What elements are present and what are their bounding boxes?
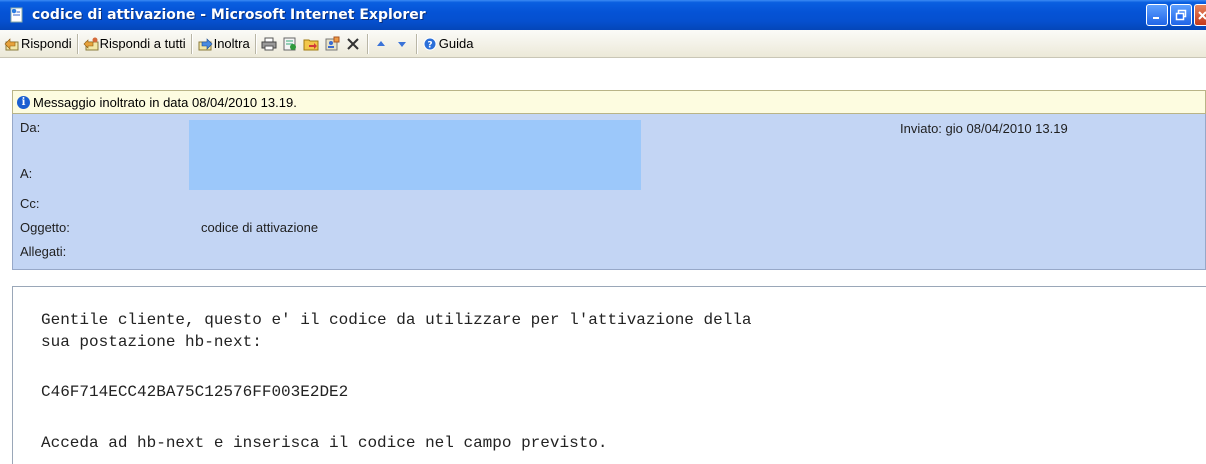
move-to-folder-button[interactable] xyxy=(301,33,322,55)
save-icon xyxy=(282,36,298,52)
toolbar-separator xyxy=(254,33,256,54)
toolbar-separator xyxy=(76,33,78,54)
address-book-icon xyxy=(324,36,340,52)
next-icon xyxy=(394,36,410,52)
toolbar-separator xyxy=(190,33,192,54)
toolbar: Rispondi Rispondi a tutti Inoltra ? Guid… xyxy=(0,30,1206,58)
minimize-button[interactable] xyxy=(1146,4,1168,26)
forward-icon xyxy=(197,36,213,52)
delete-button[interactable] xyxy=(343,33,364,55)
reply-all-icon xyxy=(83,36,99,52)
forward-button[interactable]: Inoltra xyxy=(195,33,252,55)
info-bar: i Messaggio inoltrato in data 08/04/2010… xyxy=(12,90,1206,114)
cc-label: Cc: xyxy=(20,196,40,211)
next-button[interactable] xyxy=(392,33,413,55)
subject-value: codice di attivazione xyxy=(201,220,319,235)
help-button[interactable]: ? Guida xyxy=(420,33,476,55)
toolbar-separator xyxy=(415,33,417,54)
address-book-button[interactable] xyxy=(322,33,343,55)
delete-icon xyxy=(345,36,361,52)
to-label: A: xyxy=(20,166,33,181)
reply-label: Rispondi xyxy=(21,36,72,51)
attachments-label: Allegati: xyxy=(20,244,67,259)
maximize-button[interactable] xyxy=(1170,4,1192,26)
body-line-2: sua postazione hb-next: xyxy=(41,333,262,351)
save-button[interactable] xyxy=(280,33,301,55)
forward-label: Inoltra xyxy=(213,36,250,51)
help-label: Guida xyxy=(438,36,474,51)
title-bar[interactable]: codice di attivazione - Microsoft Intern… xyxy=(0,0,1206,30)
message-body[interactable]: Gentile cliente, questo e' il codice da … xyxy=(12,286,1206,464)
body-line-1: Gentile cliente, questo e' il codice da … xyxy=(41,311,752,329)
folder-icon xyxy=(303,36,319,52)
body-line-3: Acceda ad hb-next e inserisca il codice … xyxy=(41,434,608,452)
toolbar-separator xyxy=(366,33,368,54)
window-controls xyxy=(1144,4,1206,26)
info-icon: i xyxy=(17,95,30,109)
sent-label: Inviato: xyxy=(900,121,942,136)
reply-all-button[interactable]: Rispondi a tutti xyxy=(81,33,188,55)
close-button[interactable] xyxy=(1194,4,1206,26)
minimize-icon xyxy=(1153,17,1159,19)
from-label: Da: xyxy=(20,120,41,135)
redacted-recipients xyxy=(189,120,641,190)
reply-all-label: Rispondi a tutti xyxy=(99,36,186,51)
previous-icon xyxy=(373,36,389,52)
info-bar-text: Messaggio inoltrato in data 08/04/2010 1… xyxy=(33,94,297,110)
previous-button[interactable] xyxy=(371,33,392,55)
close-icon xyxy=(1197,11,1206,20)
print-icon xyxy=(261,36,277,52)
help-icon: ? xyxy=(422,36,438,52)
subject-label: Oggetto: xyxy=(20,220,70,235)
ie-page-icon xyxy=(8,6,26,24)
activation-code: C46F714ECC42BA75C12576FF003E2DE2 xyxy=(41,383,349,401)
restore-icon xyxy=(1175,9,1187,21)
reply-button[interactable]: Rispondi xyxy=(2,33,74,55)
sent-value: gio 08/04/2010 13.19 xyxy=(945,121,1068,136)
reply-icon xyxy=(4,36,20,52)
sent-date: Inviato: gio 08/04/2010 13.19 xyxy=(900,121,1068,136)
svg-text:?: ? xyxy=(427,40,432,50)
print-button[interactable] xyxy=(259,33,280,55)
window-title: codice di attivazione - Microsoft Intern… xyxy=(32,7,426,23)
